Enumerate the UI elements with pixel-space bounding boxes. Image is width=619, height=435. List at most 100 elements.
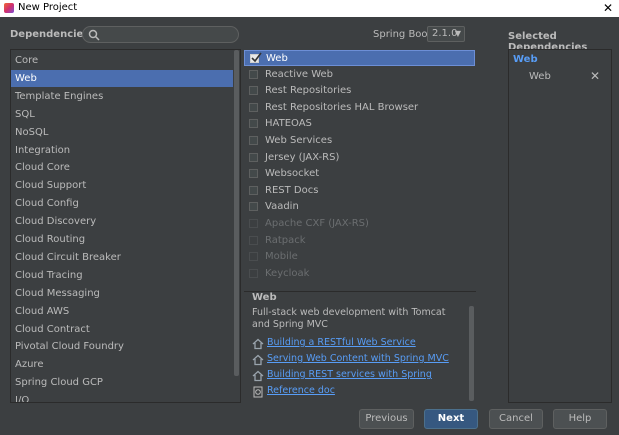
dependency-list[interactable]: Web Reactive Web Rest Repositories Rest Rep… <box>244 49 476 289</box>
dependency-checkbox <box>249 268 258 278</box>
dependency-label: Web <box>266 53 288 64</box>
title-bar: New Project ✕ <box>0 0 619 17</box>
dependency-item[interactable]: Reactive Web <box>244 67 475 83</box>
dependency-item[interactable]: HATEOAS <box>244 116 475 132</box>
window-title: New Project <box>18 2 78 13</box>
intellij-logo-icon <box>4 3 14 13</box>
category-item[interactable]: Cloud Support <box>11 177 233 194</box>
category-item[interactable]: Cloud Core <box>11 159 233 176</box>
previous-button[interactable]: Previous <box>359 409 414 429</box>
dependency-label: REST Docs <box>265 184 319 196</box>
spring-boot-version-select[interactable]: 2.1.0 ▼ <box>427 26 465 42</box>
doc-icon <box>253 386 263 398</box>
selected-item-label: Web <box>529 71 551 82</box>
category-scrollbar[interactable] <box>234 50 239 376</box>
category-item[interactable]: I/O <box>11 392 233 402</box>
dependency-checkbox[interactable] <box>249 136 258 145</box>
dependency-checkbox[interactable] <box>249 169 258 179</box>
dependency-label: Rest Repositories HAL Browser <box>265 101 419 113</box>
dependency-label: Mobile <box>265 251 298 263</box>
dependency-item: Mobile <box>244 249 475 265</box>
description-scrollbar[interactable] <box>469 306 474 401</box>
selected-dependencies-panel: Web Web ✕ <box>508 49 612 403</box>
selected-group-label: Web <box>513 54 538 65</box>
category-item[interactable]: Cloud Tracing <box>11 267 233 284</box>
home-icon <box>252 354 264 366</box>
category-item[interactable]: Integration <box>11 142 233 159</box>
dependency-checkbox[interactable] <box>250 52 262 63</box>
dependency-label: Keycloak <box>265 267 310 279</box>
dependency-checkbox <box>249 219 258 228</box>
dependency-item[interactable]: Rest Repositories HAL Browser <box>244 100 475 116</box>
category-item[interactable]: NoSQL <box>11 124 233 141</box>
dependency-item[interactable]: Vaadin <box>244 199 475 215</box>
search-icon <box>88 29 100 41</box>
dependencies-heading: Dependencies <box>10 29 90 40</box>
cancel-button-label: Cancel <box>499 413 533 424</box>
dependency-label: Jersey (JAX-RS) <box>265 151 340 163</box>
category-item[interactable]: Template Engines <box>11 88 233 105</box>
dependency-item[interactable]: Rest Repositories <box>244 83 475 99</box>
search-input[interactable] <box>82 26 239 43</box>
check-icon <box>251 52 262 63</box>
category-item[interactable]: Cloud Routing <box>11 231 233 248</box>
guide-link-text[interactable]: Serving Web Content with Spring MVC <box>267 353 449 364</box>
description-title: Web <box>252 292 277 303</box>
close-icon[interactable]: ✕ <box>603 1 613 15</box>
category-item[interactable]: Cloud Contract <box>11 321 233 338</box>
dependency-item[interactable]: REST Docs <box>244 183 475 199</box>
dependency-item[interactable]: Web <box>244 50 475 66</box>
help-button-label: Help <box>568 413 592 424</box>
spring-boot-label: Spring Boot <box>373 29 432 40</box>
remove-icon[interactable]: ✕ <box>590 69 600 83</box>
category-item[interactable]: Cloud Discovery <box>11 213 233 230</box>
dependency-label: Reactive Web <box>265 68 334 80</box>
cancel-button[interactable]: Cancel <box>489 409 543 429</box>
category-item[interactable]: Cloud AWS <box>11 303 233 320</box>
previous-button-label: Previous <box>365 413 408 424</box>
category-item[interactable]: Pivotal Cloud Foundry <box>11 338 233 355</box>
dependency-checkbox <box>249 252 258 262</box>
dependency-label: Websocket <box>265 168 320 180</box>
divider <box>244 291 476 292</box>
dependency-item[interactable]: Jersey (JAX-RS) <box>244 150 475 166</box>
home-icon <box>252 338 264 350</box>
dependency-checkbox[interactable] <box>249 152 258 162</box>
guide-link-text[interactable]: Building REST services with Spring <box>267 369 432 380</box>
category-item[interactable]: Spring Cloud GCP <box>11 374 233 391</box>
dependency-item[interactable]: Websocket <box>244 166 475 182</box>
dependency-label: Ratpack <box>265 234 306 246</box>
dependency-label: Apache CXF (JAX-RS) <box>265 218 369 229</box>
dependency-label: Web Services <box>265 135 333 146</box>
guide-link-text[interactable]: Building a RESTful Web Service <box>267 337 416 348</box>
dependency-checkbox[interactable] <box>249 86 258 96</box>
spring-boot-version-value: 2.1.0 <box>432 28 458 39</box>
dependency-checkbox[interactable] <box>249 119 258 129</box>
dependency-checkbox <box>249 235 258 245</box>
chevron-down-icon: ▼ <box>454 29 461 38</box>
next-button[interactable]: Next <box>424 409 478 429</box>
category-item[interactable]: Cloud Circuit Breaker <box>11 249 233 266</box>
dependency-label: Rest Repositories <box>265 85 352 97</box>
dependency-item: Ratpack <box>244 233 475 249</box>
dependency-item: Apache CXF (JAX-RS) <box>244 216 475 232</box>
category-item[interactable]: Web <box>11 69 233 87</box>
dependency-checkbox[interactable] <box>249 102 258 112</box>
help-button[interactable]: Help <box>553 409 607 429</box>
category-item[interactable]: Cloud Messaging <box>11 285 233 302</box>
dependency-label: Vaadin <box>265 201 299 213</box>
dependency-checkbox[interactable] <box>249 69 258 79</box>
category-item[interactable]: Azure <box>11 356 233 373</box>
description-text: Full-stack web development with Tomcat a… <box>252 307 446 330</box>
category-list[interactable]: Core Web Template Engines SQL NoSQL Integrati… <box>10 49 241 403</box>
category-item[interactable]: SQL <box>11 106 233 123</box>
dependency-item[interactable]: Web Services <box>244 133 475 149</box>
dependency-checkbox[interactable] <box>249 202 258 212</box>
category-item[interactable]: Core <box>11 52 233 69</box>
dependency-label: HATEOAS <box>265 118 312 130</box>
dependency-checkbox[interactable] <box>249 185 258 195</box>
category-item[interactable]: Cloud Config <box>11 195 233 212</box>
home-icon <box>252 370 264 382</box>
dependency-item: Keycloak <box>244 266 475 282</box>
guide-link-text[interactable]: Reference doc <box>267 385 335 396</box>
